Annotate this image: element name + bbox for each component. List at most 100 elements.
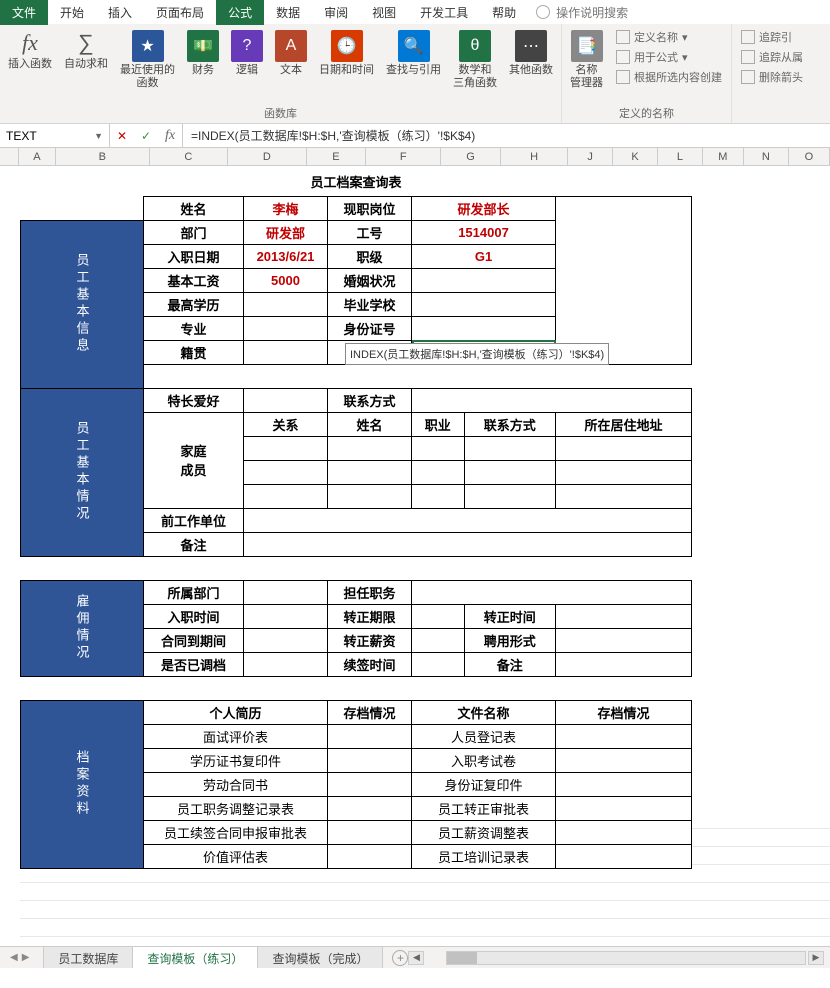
label-edu: 最高学历 bbox=[144, 292, 244, 316]
value-dept[interactable]: 研发部 bbox=[244, 220, 328, 244]
label-regsalary: 转正薪资 bbox=[328, 628, 412, 652]
name-tools: 定义名称 ▾ 用于公式 ▾ 根据所选内容创建 bbox=[613, 28, 725, 86]
hscroll-right[interactable]: ▶ bbox=[808, 951, 824, 965]
insert-function-button[interactable]: fx插入函数 bbox=[6, 28, 54, 73]
formula-input[interactable] bbox=[183, 124, 830, 147]
tab-insert[interactable]: 插入 bbox=[96, 0, 144, 25]
logic-button[interactable]: ?逻辑 bbox=[229, 28, 265, 79]
text-icon: A bbox=[275, 30, 307, 62]
cancel-formula-button[interactable]: ✕ bbox=[110, 129, 134, 143]
tab-data[interactable]: 数据 bbox=[264, 0, 312, 25]
value-post[interactable]: 研发部长 bbox=[412, 196, 556, 220]
col-header-D[interactable]: D bbox=[228, 148, 306, 165]
col-header-B[interactable]: B bbox=[56, 148, 149, 165]
star-icon: ★ bbox=[132, 30, 164, 62]
label-archive1: 存档情况 bbox=[328, 700, 412, 724]
name-manager-button[interactable]: 📑名称 管理器 bbox=[568, 28, 605, 92]
value-native[interactable] bbox=[244, 340, 328, 364]
spreadsheet-grid[interactable]: ABCDEFGHJKLMNO ◀ ▶ 0 2 INDEX(员工数据库!$H:$H… bbox=[0, 148, 830, 968]
math-button[interactable]: θ数学和 三角函数 bbox=[451, 28, 499, 92]
tab-file[interactable]: 文件 bbox=[0, 0, 48, 25]
text-button[interactable]: A文本 bbox=[273, 28, 309, 79]
col-header-H[interactable]: H bbox=[501, 148, 568, 165]
value-remark[interactable] bbox=[244, 532, 692, 556]
value-edu[interactable] bbox=[244, 292, 328, 316]
create-from-sel-button[interactable]: 根据所选内容创建 bbox=[613, 68, 725, 86]
label-hire: 入职日期 bbox=[144, 244, 244, 268]
tab-view[interactable]: 视图 bbox=[360, 0, 408, 25]
col-header-O[interactable]: O bbox=[789, 148, 830, 165]
col-header-K[interactable]: K bbox=[613, 148, 658, 165]
name-manager-icon: 📑 bbox=[571, 30, 603, 62]
col-header-J[interactable]: J bbox=[568, 148, 613, 165]
trace-dep-button[interactable]: 追踪从属 bbox=[738, 48, 806, 66]
value-salary[interactable]: 5000 bbox=[244, 268, 328, 292]
label-faddr: 所在居住地址 bbox=[556, 412, 692, 436]
fx-icon[interactable]: fx bbox=[158, 128, 182, 144]
define-name-button[interactable]: 定义名称 ▾ bbox=[613, 28, 725, 46]
value-rank[interactable]: G1 bbox=[412, 244, 556, 268]
tab-home[interactable]: 开始 bbox=[48, 0, 96, 25]
label-dept2: 所属部门 bbox=[144, 580, 244, 604]
tab-formula[interactable]: 公式 bbox=[216, 0, 264, 25]
value-prev[interactable] bbox=[244, 508, 692, 532]
label-contract: 合同到期间 bbox=[144, 628, 244, 652]
trace-prec-button[interactable]: 追踪引 bbox=[738, 28, 806, 46]
sheet-tabs: ◀ ▶ 员工数据库 查询模板（练习） 查询模板（完成） + ◀ ▶ bbox=[0, 946, 830, 968]
accept-formula-button[interactable]: ✓ bbox=[134, 129, 158, 143]
finance-button[interactable]: 💵财务 bbox=[185, 28, 221, 79]
col-header-C[interactable]: C bbox=[150, 148, 228, 165]
label-resume: 个人简历 bbox=[144, 700, 328, 724]
sheet-nav-first[interactable]: ◀ bbox=[10, 952, 18, 963]
sheet-nav-last[interactable]: ▶ bbox=[22, 952, 30, 963]
value-idcard[interactable] bbox=[412, 316, 556, 340]
column-headers: ABCDEFGHJKLMNO bbox=[0, 148, 830, 166]
value-hire[interactable]: 2013/6/21 bbox=[244, 244, 328, 268]
hscroll-track[interactable] bbox=[446, 951, 806, 965]
label-post: 现职岗位 bbox=[328, 196, 412, 220]
tab-dev[interactable]: 开发工具 bbox=[408, 0, 480, 25]
label-native: 籍贯 bbox=[144, 340, 244, 364]
add-sheet-button[interactable]: + bbox=[392, 950, 408, 966]
label-school: 毕业学校 bbox=[328, 292, 412, 316]
col-header-M[interactable]: M bbox=[703, 148, 744, 165]
tab-help[interactable]: 帮助 bbox=[480, 0, 528, 25]
finance-icon: 💵 bbox=[187, 30, 219, 62]
col-header-G[interactable]: G bbox=[441, 148, 501, 165]
value-marital[interactable] bbox=[412, 268, 556, 292]
remove-arrows-button[interactable]: 删除箭头 bbox=[738, 68, 806, 86]
lookup-button[interactable]: 🔍查找与引用 bbox=[384, 28, 443, 79]
label-renew: 续签时间 bbox=[328, 652, 412, 676]
tab-layout[interactable]: 页面布局 bbox=[144, 0, 216, 25]
sheet-tab-data[interactable]: 员工数据库 bbox=[43, 946, 133, 969]
hscroll-left[interactable]: ◀ bbox=[408, 951, 424, 965]
value-name[interactable]: 李梅 bbox=[244, 196, 328, 220]
name-box[interactable]: TEXT▼ bbox=[0, 124, 110, 147]
col-header-N[interactable]: N bbox=[744, 148, 789, 165]
col-header-A[interactable]: A bbox=[19, 148, 56, 165]
tab-review[interactable]: 审阅 bbox=[312, 0, 360, 25]
col-header-F[interactable]: F bbox=[366, 148, 441, 165]
tell-me[interactable]: 操作说明搜索 bbox=[536, 4, 628, 21]
select-all-corner[interactable] bbox=[0, 148, 19, 165]
sheet-tab-done[interactable]: 查询模板（完成） bbox=[257, 946, 383, 969]
label-id: 工号 bbox=[328, 220, 412, 244]
file-salary-change: 员工薪资调整表 bbox=[412, 820, 556, 844]
hscroll-thumb[interactable] bbox=[447, 952, 477, 964]
col-header-L[interactable]: L bbox=[658, 148, 703, 165]
value-school[interactable] bbox=[412, 292, 556, 316]
label-contact: 联系方式 bbox=[328, 388, 412, 412]
chevron-down-icon[interactable]: ▼ bbox=[94, 131, 103, 141]
value-id[interactable]: 1514007 bbox=[412, 220, 556, 244]
sheet-tab-practice[interactable]: 查询模板（练习） bbox=[132, 946, 258, 968]
value-contact[interactable] bbox=[412, 388, 692, 412]
other-fn-button[interactable]: ⋯其他函数 bbox=[507, 28, 555, 79]
value-major[interactable] bbox=[244, 316, 328, 340]
autosum-button[interactable]: ∑自动求和 bbox=[62, 28, 110, 73]
more-icon: ⋯ bbox=[515, 30, 547, 62]
col-header-E[interactable]: E bbox=[307, 148, 367, 165]
datetime-button[interactable]: 🕒日期和时间 bbox=[317, 28, 376, 79]
use-formula-button[interactable]: 用于公式 ▾ bbox=[613, 48, 725, 66]
value-hobby[interactable] bbox=[244, 388, 328, 412]
recent-button[interactable]: ★最近使用的 函数 bbox=[118, 28, 177, 92]
